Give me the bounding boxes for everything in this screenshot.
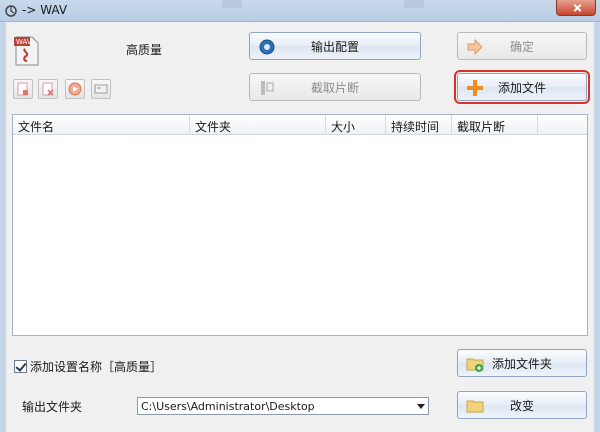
folder-add-icon	[466, 358, 484, 372]
column-header-clip[interactable]: 截取片断	[452, 115, 538, 135]
change-label: 改变	[509, 398, 534, 413]
output-folder-select[interactable]: C:\Users\Administrator\Desktop	[137, 397, 429, 415]
change-button[interactable]: 改变	[457, 391, 587, 419]
arrow-right-icon	[467, 38, 483, 56]
add-folder-label: 添加文件夹	[491, 356, 552, 371]
column-header-filename[interactable]: 文件名	[13, 115, 190, 135]
window-title: -> WAV	[22, 3, 68, 17]
add-setting-name-label: 添加设置名称［高质量］	[30, 360, 163, 374]
add-setting-name-checkbox[interactable]	[14, 360, 27, 373]
new-file-icon	[17, 82, 28, 96]
add-file-button[interactable]: 添加文件	[454, 70, 590, 104]
delete-icon	[42, 82, 54, 96]
add-file-label: 添加文件	[497, 80, 546, 95]
output-config-button[interactable]: 输出配置	[249, 32, 421, 60]
clip-button[interactable]: 截取片断	[249, 73, 421, 101]
tool-delete-button[interactable]	[38, 79, 58, 99]
confirm-label: 确定	[509, 39, 534, 54]
add-folder-button[interactable]: 添加文件夹	[457, 349, 587, 377]
column-header-folder[interactable]: 文件夹	[190, 115, 326, 135]
tool-new-button[interactable]	[13, 79, 33, 99]
svg-text:WAV: WAV	[16, 38, 32, 46]
table-header: 文件名 文件夹 大小 持续时间 截取片断	[13, 115, 587, 135]
add-setting-name-row[interactable]: 添加设置名称［高质量］	[14, 358, 162, 375]
folder-icon	[466, 400, 484, 413]
tool-play-button[interactable]	[65, 79, 85, 99]
plus-icon	[467, 80, 483, 96]
scissor-film-icon	[261, 81, 274, 95]
output-folder-value: C:\Users\Administrator\Desktop	[141, 400, 315, 413]
tool-info-button[interactable]	[91, 79, 111, 99]
wav-file-icon: WAV	[14, 36, 39, 66]
output-folder-label: 输出文件夹	[22, 400, 83, 414]
column-header-duration[interactable]: 持续时间	[386, 115, 452, 135]
column-header-size[interactable]: 大小	[326, 115, 386, 135]
clip-label: 截取片断	[310, 80, 359, 95]
app-icon	[5, 5, 17, 17]
title-bar: -> WAV	[0, 0, 600, 22]
gear-icon	[259, 39, 275, 55]
quality-label: 高质量	[126, 43, 163, 57]
play-icon	[68, 82, 82, 96]
close-button[interactable]	[556, 0, 596, 16]
confirm-button[interactable]: 确定	[457, 32, 587, 60]
title-blur	[404, 0, 424, 8]
info-icon	[94, 84, 108, 94]
file-table[interactable]: 文件名 文件夹 大小 持续时间 截取片断	[12, 114, 588, 336]
chevron-down-icon[interactable]	[417, 404, 425, 409]
title-blur	[222, 0, 242, 8]
output-config-label: 输出配置	[310, 39, 359, 54]
